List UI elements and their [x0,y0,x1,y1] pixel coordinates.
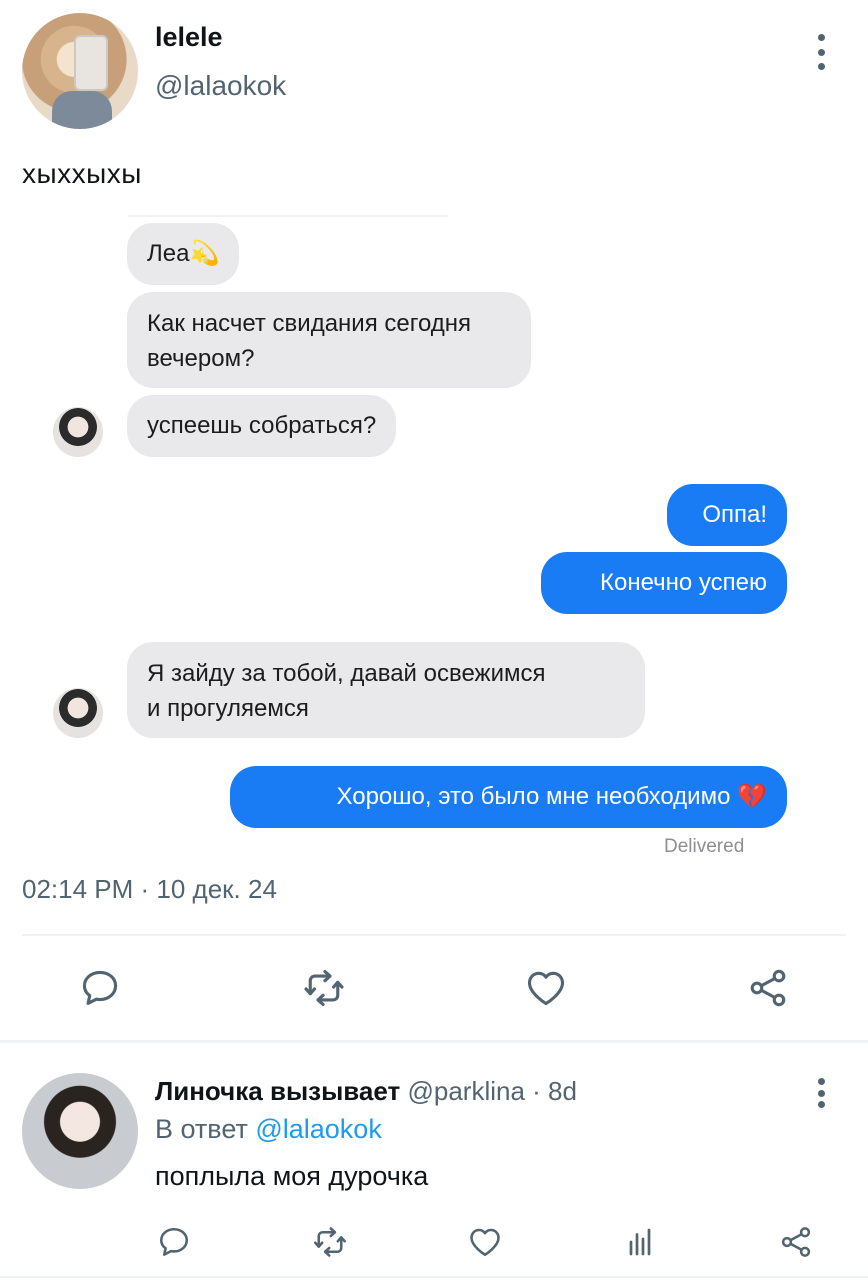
divider [22,934,846,936]
message-text: Оппа! [702,501,767,528]
like-icon[interactable] [467,1224,503,1260]
tweet-text: хыххыхы [22,158,142,189]
message-bubble: Как насчет свидания сегодня вечером? [127,292,531,388]
message-text: Хорошо, это было мне необходимо 💔 [336,783,768,810]
reply-display-name[interactable]: Линочка вызывает [155,1076,400,1106]
delivered-status: Delivered [664,836,745,854]
reply-more-options-icon[interactable] [806,1078,836,1108]
message-bubble: Хорошо, это было мне необходимо 💔 [230,766,787,828]
views-icon[interactable] [622,1224,658,1260]
message-bubble: Конечно успею [541,552,787,614]
reply-author-avatar[interactable] [22,1073,138,1189]
message-text: Леа💫 [147,240,220,267]
retweet-icon[interactable] [302,966,346,1010]
in-reply-to: В ответ @lalaokok [155,1114,382,1145]
reply-author-line: Линочка вызывает @parklina · 8d [155,1076,577,1107]
reply-text: поплыла моя дурочка [155,1161,429,1191]
author-display-name[interactable]: lelele [155,22,223,53]
message-text: Как насчет свидания сегодня [147,310,472,337]
reply-icon[interactable] [156,1224,192,1260]
message-bubble: Леа💫 [127,223,240,285]
bottom-divider [0,1276,868,1278]
message-text: вечером? [147,345,255,372]
retweet-icon[interactable] [312,1224,348,1260]
reply-icon[interactable] [78,966,122,1010]
more-options-icon[interactable] [806,34,836,70]
message-text: Конечно успею [600,569,767,596]
contact-avatar [53,407,103,457]
contact-avatar [53,688,103,738]
message-text: и прогуляемся [147,695,309,722]
message-bubble: Оппа! [667,484,787,546]
message-text: успеешь собраться? [147,412,377,439]
message-text: Я зайду за тобой, давай освежимся [147,660,546,687]
in-reply-to-label: В ответ [155,1114,248,1144]
like-icon[interactable] [524,966,568,1010]
author-handle[interactable]: @lalaokok [155,70,286,102]
message-bubble: Я зайду за тобой, давай освежимся и прог… [127,642,645,738]
reply-age: · 8d [532,1076,577,1106]
in-reply-to-mention[interactable]: @lalaokok [255,1114,381,1144]
section-divider [0,1040,868,1043]
reply-handle[interactable]: @parklina [407,1076,524,1106]
tweet-timestamp[interactable]: 02:14 PM · 10 дек. 24 [22,874,277,905]
author-avatar[interactable] [22,13,138,129]
message-bubble: успеешь собраться? [127,395,397,457]
share-icon[interactable] [746,966,790,1010]
share-icon[interactable] [778,1224,814,1260]
